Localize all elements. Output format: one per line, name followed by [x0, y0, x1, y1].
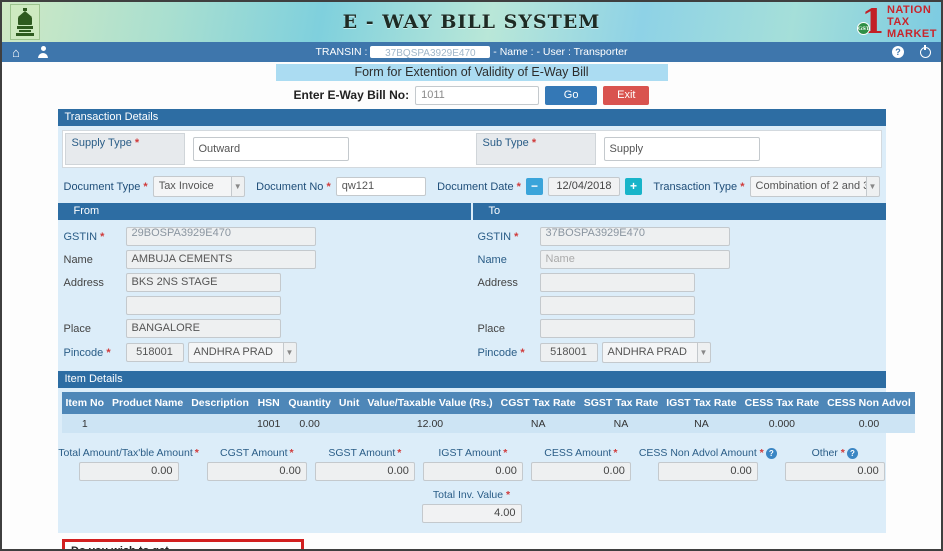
to-state-select[interactable]: ANDHRA PRAD ▼	[601, 342, 711, 363]
item-details-table: Item No Product Name Description HSN Qua…	[61, 392, 915, 433]
help-icon[interactable]: ?	[892, 46, 904, 58]
chevron-down-icon: ▼	[865, 176, 880, 197]
cgst-amount-input[interactable]: 0.00	[206, 462, 307, 481]
date-decrement-button[interactable]: −	[525, 178, 543, 195]
ewb-number-label: Enter E-Way Bill No:	[293, 88, 410, 102]
to-place-label: Place	[477, 322, 506, 335]
transaction-type-select[interactable]: Combination of 2 and 3 ▼	[749, 176, 880, 197]
ewb-number-input[interactable]: 1011	[415, 85, 540, 105]
power-icon[interactable]	[920, 44, 931, 58]
gst-badge: GST	[857, 22, 871, 35]
to-address1-input[interactable]	[539, 273, 695, 292]
document-no-label: Document No	[256, 181, 331, 193]
redaction-overlay	[452, 88, 536, 102]
sgst-amount-input[interactable]: 0.00	[314, 462, 415, 481]
sub-type-label: Sub Type	[475, 133, 596, 165]
to-gstin-input[interactable]: 37BQSPA3929E470	[539, 227, 730, 246]
from-block: GSTIN 29BQSPA3929E470 Name AMBUJA CEMENT…	[58, 220, 472, 371]
chevron-down-icon: ▼	[282, 342, 297, 363]
other-amount-label: Other	[812, 447, 845, 459]
supply-type-value[interactable]: Outward	[192, 137, 349, 161]
table-row: 1 1001 0.00 12.00 NA NA NA 0.000 0.00	[61, 414, 915, 433]
session-suffix: - Name : - User : Transporter	[493, 45, 628, 58]
from-address2-input[interactable]	[125, 296, 281, 315]
session-info: TRANSIN : 37BQSPA3929E470 - Name : - Use…	[2, 45, 941, 59]
from-address-label: Address	[63, 276, 104, 289]
content: Form for Extention of Validity of E-Way …	[2, 62, 941, 551]
from-gstin-label: GSTIN	[64, 231, 126, 243]
sub-type-value[interactable]: Supply	[603, 137, 760, 161]
document-date-label: Document Date	[437, 181, 521, 193]
total-inv-value-label: Total Inv. Value	[417, 489, 527, 501]
to-block: GSTIN 37BQSPA3929E470 Name Name Address	[472, 220, 886, 371]
ewb-number-row: Enter E-Way Bill No: 1011 Go Exit	[2, 83, 941, 107]
from-pincode-input[interactable]: 518001	[125, 343, 184, 362]
section-transaction-details: Transaction Details	[57, 109, 886, 126]
navbar: ⌂ TRANSIN : 37BQSPA3929E470 - Name : - U…	[2, 42, 941, 62]
total-amount-input[interactable]: 0.00	[78, 462, 179, 481]
one-nation-tax-market-logo: 1 GST NATION TAX MARKET	[857, 2, 937, 42]
transin-label: TRANSIN :	[315, 45, 368, 58]
to-pincode-input[interactable]: 518001	[539, 343, 598, 362]
from-name-label: Name	[63, 253, 93, 266]
help-icon[interactable]	[846, 447, 858, 459]
to-place-input[interactable]	[539, 319, 695, 338]
section-to: To	[472, 203, 886, 220]
from-place-input[interactable]: BANGALORE	[125, 319, 281, 338]
supply-type-row: Supply Type Outward Sub Type Supply	[61, 130, 882, 168]
to-gstin-label: GSTIN	[478, 231, 540, 243]
total-amount-label: Total Amount/Tax'ble Amount	[58, 447, 199, 459]
sgst-amount-label: SGST Amount	[328, 447, 401, 459]
form-title: Form for Extention of Validity of E-Way …	[275, 64, 668, 81]
help-icon[interactable]	[765, 447, 777, 459]
app-title: E - WAY BILL SYSTEM	[342, 11, 601, 33]
go-button[interactable]: Go	[545, 85, 598, 105]
extension-question-box: Do you wish to get Extension for this EW…	[62, 539, 304, 551]
exit-button[interactable]: Exit	[603, 85, 650, 105]
chevron-down-icon: ▼	[230, 176, 245, 197]
transin-value-redacted: 37BQSPA3929E470	[370, 46, 491, 59]
cgst-amount-label: CGST Amount	[220, 447, 294, 459]
from-state-select[interactable]: ANDHRA PRAD ▼	[187, 342, 297, 363]
document-row: Document Type Tax Invoice ▼ Document No …	[58, 168, 886, 203]
section-from: From	[57, 203, 471, 220]
form-panel: Transaction Details Supply Type Outward …	[57, 109, 915, 533]
document-type-select[interactable]: Tax Invoice ▼	[152, 176, 245, 197]
cess-non-advol-label: CESS Non Advol Amount	[639, 447, 764, 459]
to-pincode-label: Pincode	[478, 347, 540, 359]
from-place-label: Place	[63, 322, 92, 335]
to-address-label: Address	[477, 276, 518, 289]
transaction-type-label: Transaction Type	[653, 181, 744, 193]
document-date-input[interactable]: 12/04/2018	[547, 177, 620, 196]
item-table-header: Item No Product Name Description HSN Qua…	[61, 392, 915, 414]
igst-amount-label: IGST Amount	[438, 447, 507, 459]
total-inv-value-input[interactable]: 4.00	[421, 504, 522, 523]
section-item-details: Item Details	[57, 371, 886, 388]
amounts-row: Total Amount/Tax'ble Amount 0.00 CGST Am…	[58, 447, 886, 481]
eway-bill-page: E - WAY BILL SYSTEM 1 GST NATION TAX MAR…	[0, 0, 943, 551]
to-name-input[interactable]: Name	[539, 250, 730, 269]
document-no-input[interactable]: qw121	[335, 177, 426, 196]
document-type-label: Document Type	[64, 181, 148, 193]
brand-text: NATION TAX MARKET	[886, 4, 937, 40]
cess-amount-label: CESS Amount	[544, 447, 617, 459]
from-pincode-label: Pincode	[64, 347, 126, 359]
supply-type-label: Supply Type	[64, 133, 185, 165]
date-increment-button[interactable]: +	[624, 178, 642, 195]
from-gstin-input[interactable]: 29BQSPA3929E470	[125, 227, 316, 246]
masthead: E - WAY BILL SYSTEM 1 GST NATION TAX MAR…	[2, 2, 941, 42]
to-name-label: Name	[477, 253, 507, 266]
extension-question-text: Do you wish to get Extension for this EW…	[71, 545, 169, 551]
cess-amount-input[interactable]: 0.00	[530, 462, 631, 481]
other-amount-input[interactable]: 0.00	[784, 462, 885, 481]
igst-amount-input[interactable]: 0.00	[422, 462, 523, 481]
chevron-down-icon: ▼	[696, 342, 711, 363]
from-name-input[interactable]: AMBUJA CEMENTS	[125, 250, 316, 269]
from-address1-input[interactable]: BKS 2NS STAGE	[125, 273, 281, 292]
cess-non-advol-input[interactable]: 0.00	[657, 462, 758, 481]
to-address2-input[interactable]	[539, 296, 695, 315]
